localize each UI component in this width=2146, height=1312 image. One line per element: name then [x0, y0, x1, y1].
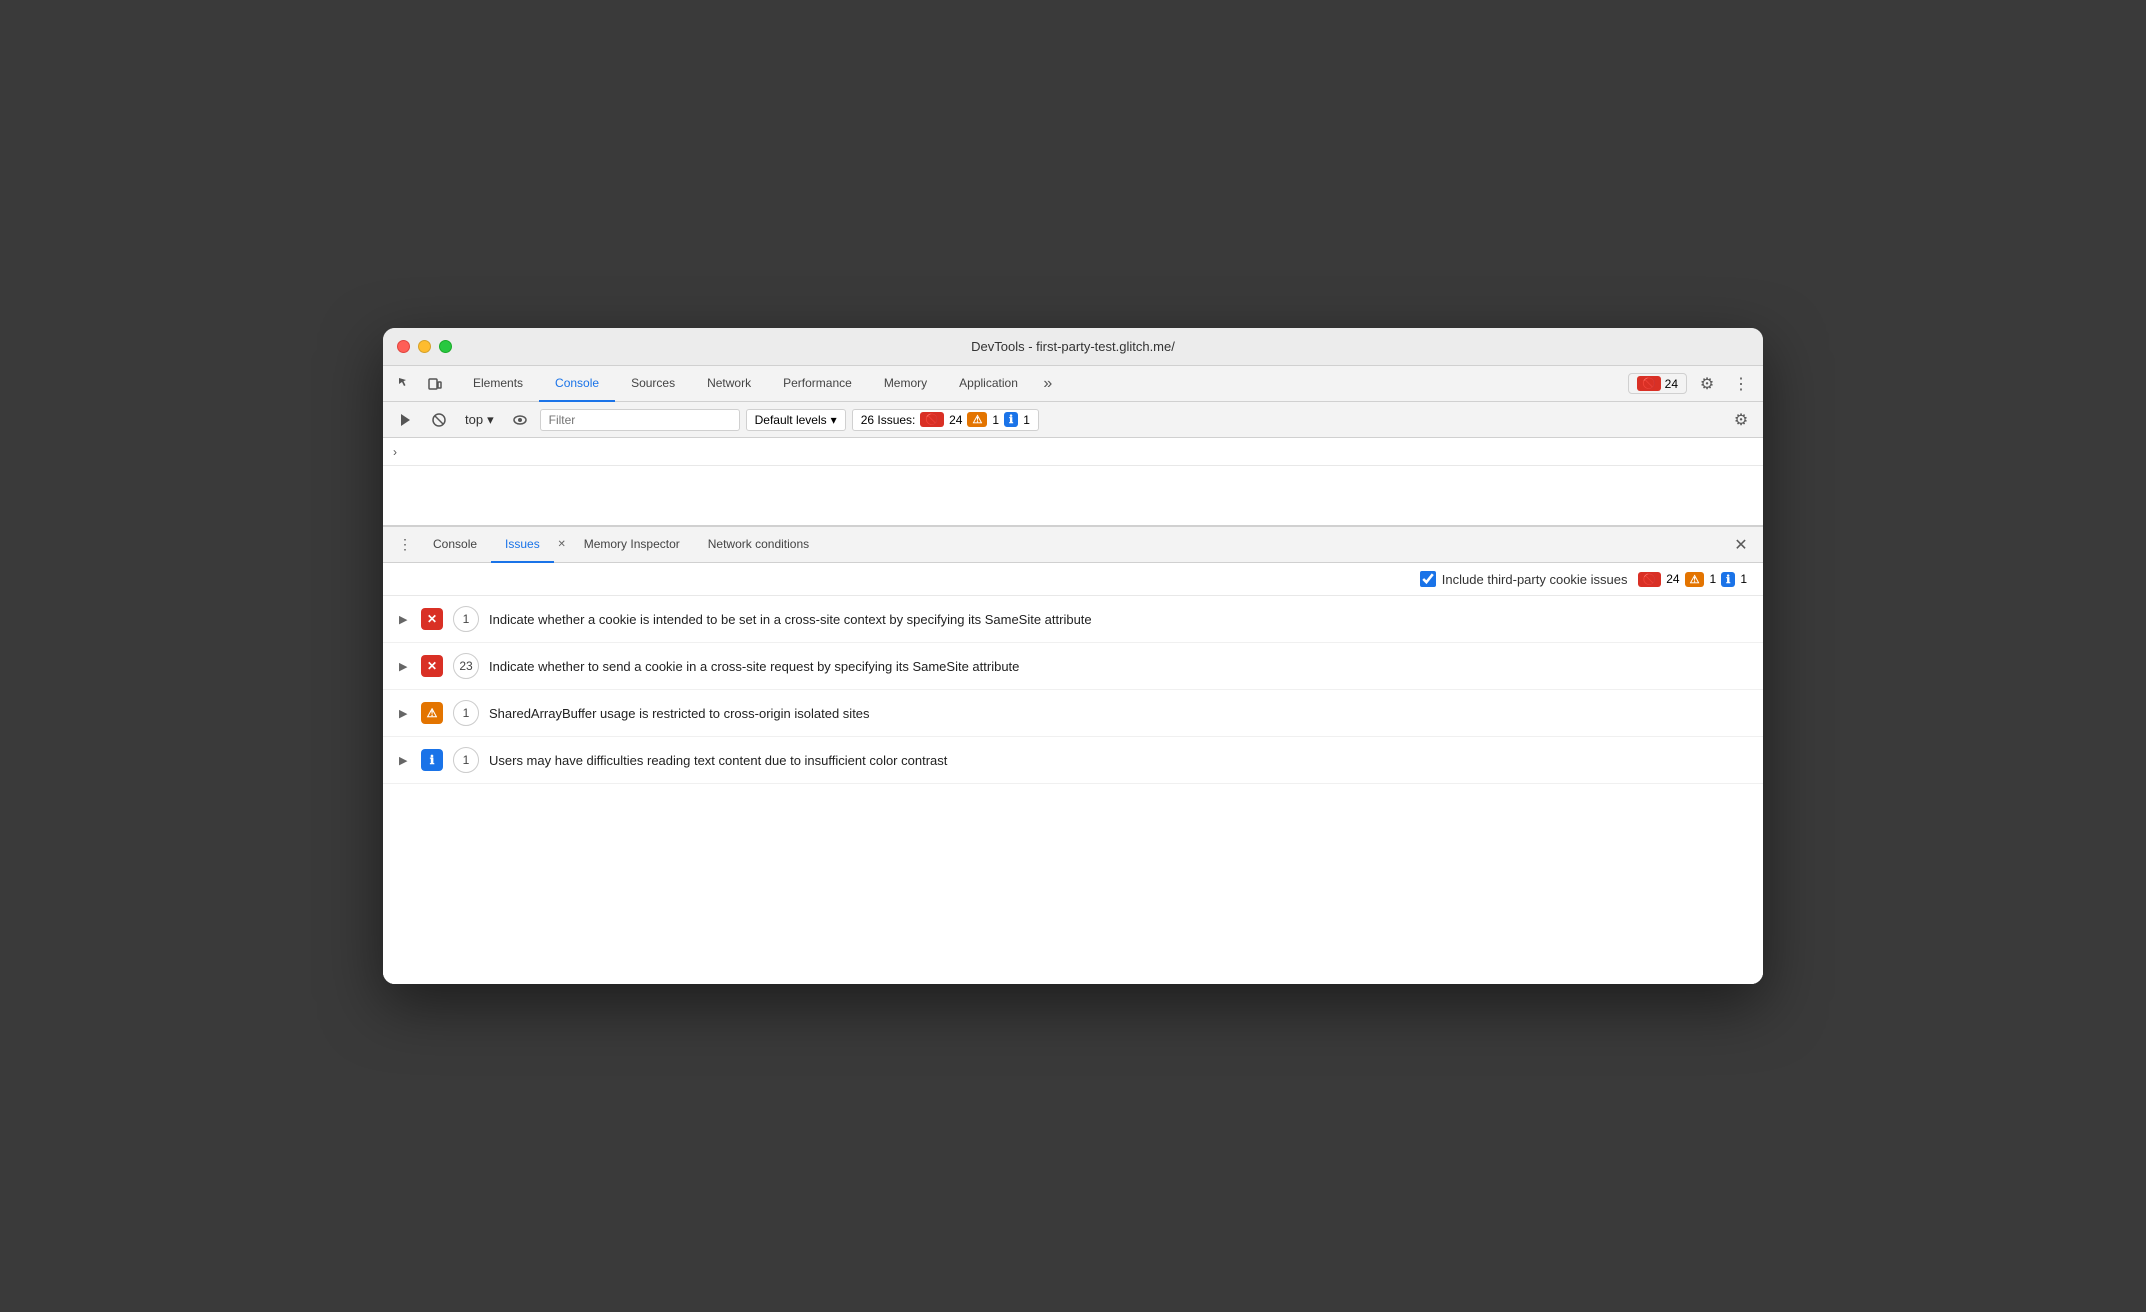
pill-error-badge: 🚫: [920, 412, 944, 427]
drawer-tab-issues[interactable]: Issues: [491, 527, 554, 563]
devtools-content: Elements Console Sources Network Perform…: [383, 366, 1763, 984]
expand-chevron[interactable]: ›: [393, 445, 397, 459]
error-badge: 🚫: [1637, 376, 1661, 391]
close-drawer-button[interactable]: ✕: [1727, 531, 1755, 559]
third-party-checkbox[interactable]: [1420, 571, 1436, 587]
clear-console-button[interactable]: [425, 406, 453, 434]
titlebar: DevTools - first-party-test.glitch.me/: [383, 328, 1763, 366]
more-tabs-button[interactable]: »: [1034, 370, 1062, 398]
issue-count-bubble: 1: [453, 700, 479, 726]
inspect-element-button[interactable]: [391, 370, 419, 398]
context-selector[interactable]: top ▾: [459, 410, 500, 430]
pill-warning-badge: ⚠: [967, 412, 987, 427]
tab-network[interactable]: Network: [691, 366, 767, 402]
traffic-lights: [397, 340, 452, 353]
issue-text: Users may have difficulties reading text…: [489, 753, 1747, 768]
more-options-button[interactable]: ⋮: [1727, 370, 1755, 398]
drawer-tab-console[interactable]: Console: [419, 527, 491, 563]
issue-row[interactable]: ▶ ✕ 23 Indicate whether to send a cookie…: [383, 643, 1763, 690]
tab-sources[interactable]: Sources: [615, 366, 691, 402]
error-count: 24: [1665, 377, 1678, 391]
issue-warning-icon: ⚠: [421, 702, 443, 724]
close-issues-tab-button[interactable]: ✕: [554, 537, 570, 553]
issues-pill[interactable]: 26 Issues: 🚫 24 ⚠ 1 ℹ 1: [852, 409, 1039, 431]
pill-info-badge: ℹ: [1004, 412, 1018, 427]
issue-expand-chevron: ▶: [399, 613, 411, 626]
issues-toolbar: Include third-party cookie issues 🚫 24 ⚠…: [383, 563, 1763, 596]
settings-button[interactable]: ⚙: [1693, 370, 1721, 398]
top-tabs-right: 🚫 24 ⚙ ⋮: [1628, 370, 1755, 398]
minimize-button[interactable]: [418, 340, 431, 353]
tab-elements[interactable]: Elements: [457, 366, 539, 402]
tab-memory[interactable]: Memory: [868, 366, 943, 402]
issue-row[interactable]: ▶ ℹ 1 Users may have difficulties readin…: [383, 737, 1763, 784]
drawer-more-button[interactable]: ⋮: [391, 531, 419, 559]
issue-error-icon: ✕: [421, 608, 443, 630]
console-area: [383, 466, 1763, 526]
window-title: DevTools - first-party-test.glitch.me/: [971, 339, 1175, 354]
issues-info-badge: ℹ: [1721, 572, 1735, 587]
issues-warning-badge: ⚠: [1685, 572, 1705, 587]
third-party-checkbox-label[interactable]: Include third-party cookie issues: [1420, 571, 1628, 587]
device-toolbar-button[interactable]: [421, 370, 449, 398]
devtools-window: DevTools - first-party-test.glitch.me/: [383, 328, 1763, 984]
console-expand-row: ›: [383, 438, 1763, 466]
issues-counter-button[interactable]: 🚫 24: [1628, 373, 1687, 394]
issue-row[interactable]: ▶ ✕ 1 Indicate whether a cookie is inten…: [383, 596, 1763, 643]
issue-error-icon: ✕: [421, 655, 443, 677]
issue-count-bubble: 1: [453, 747, 479, 773]
issue-info-icon: ℹ: [421, 749, 443, 771]
maximize-button[interactable]: [439, 340, 452, 353]
devtools-icons: [391, 370, 449, 398]
issue-text: Indicate whether to send a cookie in a c…: [489, 659, 1747, 674]
issues-error-badge: 🚫: [1638, 572, 1662, 587]
issue-count-bubble: 1: [453, 606, 479, 632]
tab-application[interactable]: Application: [943, 366, 1034, 402]
console-toolbar: top ▾ Default levels ▾ 26 Issues: 🚫 24 ⚠…: [383, 402, 1763, 438]
issues-count-right: 🚫 24 ⚠ 1 ℹ 1: [1638, 572, 1748, 587]
console-settings-button[interactable]: ⚙: [1727, 406, 1755, 434]
issue-row[interactable]: ▶ ⚠ 1 SharedArrayBuffer usage is restric…: [383, 690, 1763, 737]
close-button[interactable]: [397, 340, 410, 353]
issue-text: Indicate whether a cookie is intended to…: [489, 612, 1747, 627]
issue-text: SharedArrayBuffer usage is restricted to…: [489, 706, 1747, 721]
issue-expand-chevron: ▶: [399, 660, 411, 673]
log-levels-button[interactable]: Default levels ▾: [746, 409, 846, 431]
tab-performance[interactable]: Performance: [767, 366, 868, 402]
issues-empty-space: [383, 784, 1763, 984]
run-script-button[interactable]: [391, 406, 419, 434]
top-tab-bar: Elements Console Sources Network Perform…: [383, 366, 1763, 402]
filter-input[interactable]: [540, 409, 740, 431]
live-expression-button[interactable]: [506, 406, 534, 434]
drawer-tab-network-conditions[interactable]: Network conditions: [694, 527, 823, 563]
lower-panel: ⋮ Console Issues ✕ Memory Inspector Netw…: [383, 526, 1763, 984]
issue-expand-chevron: ▶: [399, 754, 411, 767]
drawer-tab-bar: ⋮ Console Issues ✕ Memory Inspector Netw…: [383, 527, 1763, 563]
issue-expand-chevron: ▶: [399, 707, 411, 720]
drawer-tab-memory-inspector[interactable]: Memory Inspector: [570, 527, 694, 563]
issue-count-bubble: 23: [453, 653, 479, 679]
tab-console[interactable]: Console: [539, 366, 615, 402]
